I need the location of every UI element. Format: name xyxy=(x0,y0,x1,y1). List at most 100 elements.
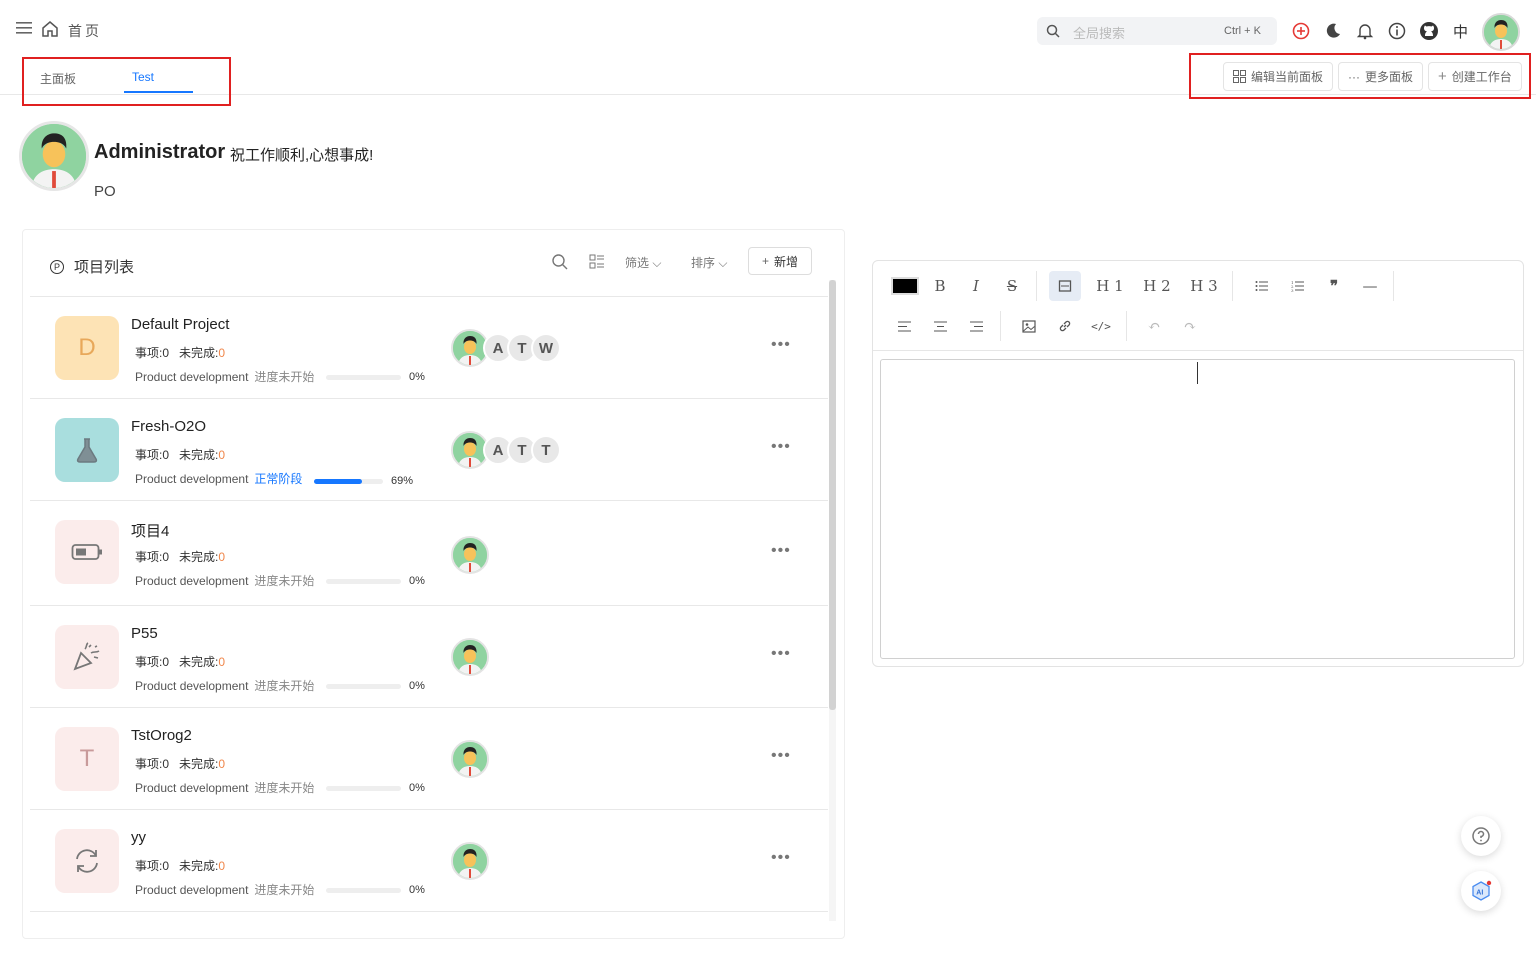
project-icon xyxy=(55,520,119,584)
project-row[interactable]: 项目4 事项:0 未完成:0 Product development 进度未开始 0% •… xyxy=(30,501,828,606)
ordered-list-icon: 123 xyxy=(1291,280,1304,292)
heading-2-button[interactable]: H 2 xyxy=(1139,271,1175,301)
ordered-list-button[interactable]: 123 xyxy=(1282,271,1314,301)
project-row[interactable]: D Default Project 事项:0 未完成:0 Product develo… xyxy=(30,297,828,399)
dark-mode-icon[interactable] xyxy=(1323,21,1343,41)
progress-bar xyxy=(326,684,401,689)
more-options-icon[interactable]: ••• xyxy=(771,849,791,867)
grid-icon xyxy=(1233,70,1246,83)
member-initial[interactable]: T xyxy=(531,435,561,465)
project-counts: 事项:0 未完成:0 xyxy=(135,346,226,360)
progress-fill xyxy=(314,479,362,484)
project-category: Product development 正常阶段 xyxy=(135,472,303,486)
global-search[interactable]: 全局搜索 Ctrl + K xyxy=(1037,17,1277,45)
search-shortcut: Ctrl + K xyxy=(1224,25,1261,37)
project-name[interactable]: yy xyxy=(131,829,146,846)
project-icon xyxy=(55,829,119,893)
member-avatar[interactable] xyxy=(451,842,489,880)
scrollbar-thumb[interactable] xyxy=(829,280,836,710)
progress-bar xyxy=(314,479,383,484)
project-stage: 进度未开始 xyxy=(254,370,315,384)
help-button[interactable] xyxy=(1461,816,1501,856)
project-category: Product development 进度未开始 xyxy=(135,781,315,795)
project-name[interactable]: Default Project xyxy=(131,316,229,333)
edit-board-button[interactable]: 编辑当前面板 xyxy=(1223,62,1334,91)
horizontal-rule-button[interactable]: — xyxy=(1354,271,1386,301)
language-switch[interactable]: 中 xyxy=(1453,21,1468,42)
quote-button[interactable]: ❞ xyxy=(1318,271,1350,301)
align-left-button[interactable] xyxy=(888,311,920,341)
heading-1-button[interactable]: H 1 xyxy=(1092,271,1128,301)
create-workspace-button[interactable]: + 创建工作台 xyxy=(1428,62,1522,91)
align-center-button[interactable] xyxy=(924,311,956,341)
project-row[interactable]: T TstOrog2 事项:0 未完成:0 Product development 进度… xyxy=(30,708,828,810)
toolbar-separator xyxy=(1000,311,1001,341)
link-icon xyxy=(1059,320,1071,332)
heading-3-button[interactable]: H 3 xyxy=(1186,271,1222,301)
italic-button[interactable]: I xyxy=(960,271,992,301)
image-button[interactable] xyxy=(1013,311,1045,341)
toolbar-separator xyxy=(1232,271,1233,301)
progress-bar xyxy=(326,888,401,893)
more-options-icon[interactable]: ••• xyxy=(771,645,791,663)
project-members: ATT xyxy=(451,431,561,469)
ai-assistant-button[interactable]: AI xyxy=(1461,871,1501,911)
project-name[interactable]: Fresh-O2O xyxy=(131,418,206,435)
menu-icon[interactable] xyxy=(16,22,32,34)
more-options-icon[interactable]: ••• xyxy=(771,438,791,456)
undo-button[interactable]: ↶ xyxy=(1138,311,1170,341)
bullet-list-button[interactable] xyxy=(1246,271,1278,301)
more-options-icon[interactable]: ••• xyxy=(771,747,791,765)
top-bar: 首页 全局搜索 Ctrl + K 中 xyxy=(0,0,1536,56)
align-right-button[interactable] xyxy=(960,311,992,341)
user-avatar[interactable] xyxy=(1482,13,1520,51)
filter-dropdown[interactable]: 筛选 ⌵ xyxy=(625,254,661,271)
toolbar-separator xyxy=(1036,271,1037,301)
bell-icon[interactable] xyxy=(1355,21,1375,41)
tab-main-board[interactable]: 主面板 xyxy=(40,70,76,87)
add-circle-icon[interactable] xyxy=(1291,21,1311,41)
project-name[interactable]: TstOrog2 xyxy=(131,727,192,744)
link-button[interactable] xyxy=(1049,311,1081,341)
editor-content-area[interactable] xyxy=(880,359,1515,659)
list-view-icon[interactable] xyxy=(588,253,606,271)
progress-bar xyxy=(326,786,401,791)
more-boards-label: 更多面板 xyxy=(1365,70,1414,84)
member-avatar[interactable] xyxy=(451,536,489,574)
code-button[interactable]: </> xyxy=(1085,311,1117,341)
more-options-icon[interactable]: ••• xyxy=(771,542,791,560)
code-block-button[interactable] xyxy=(1049,271,1081,301)
party-popper-icon xyxy=(71,641,103,673)
member-initial[interactable]: W xyxy=(531,333,561,363)
project-name[interactable]: 项目4 xyxy=(131,520,169,541)
home-icon[interactable] xyxy=(41,20,59,38)
bold-button[interactable]: B xyxy=(924,271,956,301)
text-caret xyxy=(1197,362,1198,384)
project-name[interactable]: P55 xyxy=(131,625,158,642)
project-initial: D xyxy=(78,334,96,361)
redo-button[interactable]: ↷ xyxy=(1174,311,1206,341)
code-block-icon xyxy=(1058,280,1072,292)
more-options-icon[interactable]: ••• xyxy=(771,336,791,354)
greeting-text: 祝工作顺利,心想事成! xyxy=(230,147,374,164)
new-project-button[interactable]: + 新增 xyxy=(748,247,812,275)
member-avatar[interactable] xyxy=(451,638,489,676)
tab-test[interactable]: Test xyxy=(132,70,154,84)
new-project-label: 新增 xyxy=(774,254,799,269)
project-row[interactable]: yy 事项:0 未完成:0 Product development 进度未开始 0% ••… xyxy=(30,810,828,912)
info-icon[interactable] xyxy=(1387,21,1407,41)
project-row[interactable]: Fresh-O2O 事项:0 未完成:0 Product development 正常… xyxy=(30,399,828,501)
align-left-icon xyxy=(897,321,911,331)
sort-dropdown[interactable]: 排序 ⌵ xyxy=(691,254,727,271)
text-color-button[interactable] xyxy=(889,271,921,301)
project-list-title: 项目列表 xyxy=(74,259,135,276)
more-boards-button[interactable]: ··· 更多面板 xyxy=(1338,62,1424,91)
project-row[interactable]: P55 事项:0 未完成:0 Product development 进度未开始 0% •… xyxy=(30,606,828,708)
search-icon[interactable] xyxy=(551,253,569,271)
breadcrumb[interactable]: 首页 xyxy=(68,21,102,41)
github-icon[interactable] xyxy=(1419,21,1439,41)
strikethrough-button[interactable]: S xyxy=(996,271,1028,301)
search-icon xyxy=(1046,24,1060,38)
member-avatar[interactable] xyxy=(451,740,489,778)
project-category: Product development 进度未开始 xyxy=(135,574,315,588)
